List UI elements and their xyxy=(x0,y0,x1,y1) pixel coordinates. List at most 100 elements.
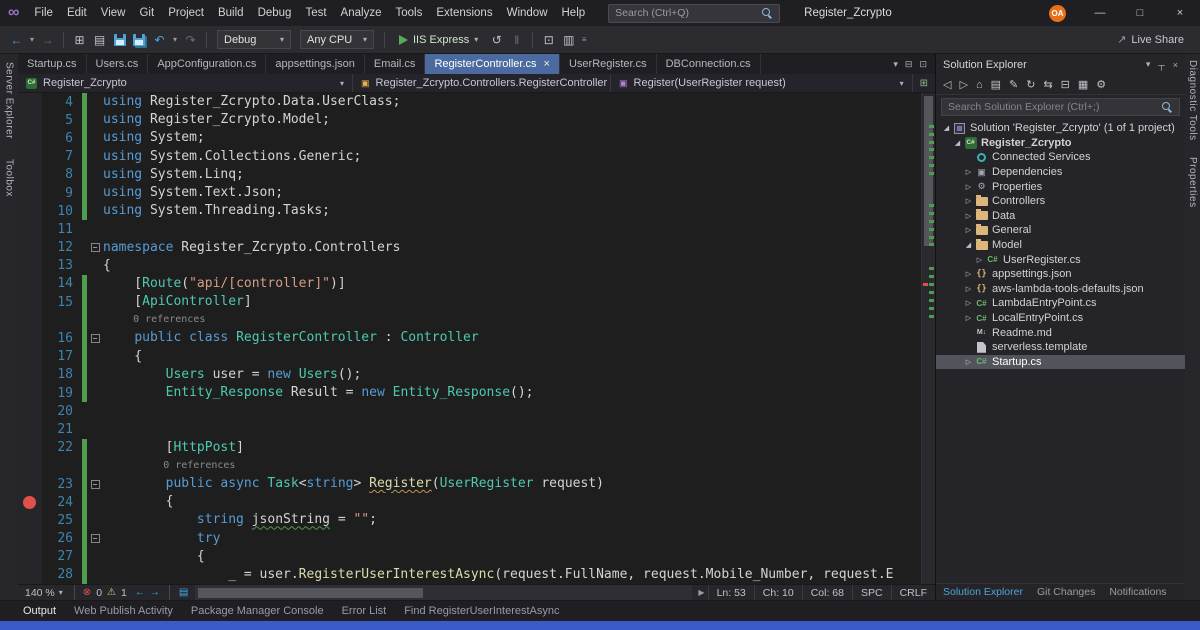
new-view-icon[interactable]: ⊞ xyxy=(913,78,935,89)
pending-changes-filter-icon[interactable]: ✎ xyxy=(1009,78,1018,91)
breakpoint-margin[interactable] xyxy=(18,220,42,239)
code-row[interactable]: 24 { xyxy=(18,493,921,512)
breakpoint-margin[interactable] xyxy=(18,347,42,366)
switch-views-icon[interactable]: ▤ xyxy=(991,78,1001,91)
code-row[interactable]: 21 xyxy=(18,420,921,439)
rail-tab-properties[interactable]: Properties xyxy=(1187,157,1198,208)
tree-item-serverless-template[interactable]: serverless.template xyxy=(936,340,1185,355)
menu-view[interactable]: View xyxy=(94,0,133,26)
menu-project[interactable]: Project xyxy=(161,0,211,26)
breakpoint-margin[interactable] xyxy=(18,311,42,330)
tree-item-userregister-cs[interactable]: ▷ C# UserRegister.cs xyxy=(936,252,1185,267)
tree-item-lambdaentrypoint-cs[interactable]: ▷ C# LambdaEntryPoint.cs xyxy=(936,296,1185,311)
panel-tab-output[interactable]: Output xyxy=(14,601,65,622)
chevron-expanded-icon[interactable]: ◢ xyxy=(963,241,974,249)
breadcrumb-type-dropdown[interactable]: ▣ Register_Zcrypto.Controllers.RegisterC… xyxy=(353,74,611,92)
breadcrumb-project-dropdown[interactable]: C# Register_Zcrypto ▾ xyxy=(18,74,353,92)
code-row[interactable]: 13 { xyxy=(18,256,921,275)
chevron-collapsed-icon[interactable]: ▷ xyxy=(963,168,974,176)
zoom-control[interactable]: 140 % ▾ xyxy=(18,587,70,599)
breakpoint-margin[interactable] xyxy=(18,529,42,548)
redo-icon[interactable]: ↷ xyxy=(182,31,199,49)
close-button[interactable]: × xyxy=(1160,0,1200,26)
navigate-forward-icon[interactable]: → xyxy=(39,31,56,49)
rail-tab-diagnostic-tools[interactable]: Diagnostic Tools xyxy=(1187,60,1198,141)
home-icon[interactable]: ⌂ xyxy=(976,79,983,91)
menu-build[interactable]: Build xyxy=(211,0,251,26)
breakpoint-margin[interactable] xyxy=(18,93,42,112)
breakpoint-margin[interactable] xyxy=(18,293,42,312)
tree-item-register-zcrypto[interactable]: ◢ C# Register_Zcrypto xyxy=(936,136,1185,151)
maximize-button[interactable]: □ xyxy=(1120,0,1160,26)
tree-item-properties[interactable]: ▷ ⚙ Properties xyxy=(936,179,1185,194)
codelens-row[interactable]: 0 references xyxy=(18,456,921,475)
visual-studio-logo-icon[interactable]: ∞ xyxy=(8,0,19,26)
tree-item-appsettings-json[interactable]: ▷{} appsettings.json xyxy=(936,267,1185,282)
menu-file[interactable]: File xyxy=(27,0,60,26)
tab-users-cs[interactable]: Users.cs xyxy=(87,54,149,74)
messages-icon[interactable]: ▤ xyxy=(179,587,188,598)
menu-tools[interactable]: Tools xyxy=(388,0,429,26)
code-row[interactable]: 26 − try xyxy=(18,529,921,548)
attach-to-process-icon[interactable]: ⊡ xyxy=(540,31,557,49)
undo-icon[interactable]: ↶ xyxy=(151,31,168,49)
solution-platforms-dropdown[interactable]: Any CPU ▾ xyxy=(300,30,374,49)
menu-extensions[interactable]: Extensions xyxy=(429,0,499,26)
menu-analyze[interactable]: Analyze xyxy=(334,0,389,26)
quick-search-box[interactable]: Search (Ctrl+Q) xyxy=(608,3,781,23)
undo-chevron-icon[interactable]: ▾ xyxy=(171,31,179,49)
tree-item-model[interactable]: ◢ Model xyxy=(936,238,1185,253)
float-window-icon[interactable]: ⊡ xyxy=(919,59,927,70)
rail-tab-toolbox[interactable]: Toolbox xyxy=(4,159,15,197)
tab-email-cs[interactable]: Email.cs xyxy=(365,54,426,74)
chevron-collapsed-icon[interactable]: ▷ xyxy=(974,256,985,264)
code-row[interactable]: 25 string jsonString = ""; xyxy=(18,511,921,530)
menu-edit[interactable]: Edit xyxy=(60,0,94,26)
tree-item-controllers[interactable]: ▷ Controllers xyxy=(936,194,1185,209)
collapse-icon[interactable]: − xyxy=(90,534,100,544)
navigate-forward-icon[interactable]: → xyxy=(150,587,160,598)
chevron-expanded-icon[interactable]: ◢ xyxy=(941,124,952,132)
new-project-icon[interactable]: ⊞ xyxy=(71,31,88,49)
breakpoint-margin[interactable] xyxy=(18,511,42,530)
tree-item-readme-md[interactable]: M↓ Readme.md xyxy=(936,325,1185,340)
breakpoint-dot[interactable] xyxy=(23,495,36,509)
breakpoint-margin[interactable] xyxy=(18,438,42,457)
panel-tab-package-manager-console[interactable]: Package Manager Console xyxy=(182,601,333,622)
close-icon[interactable]: × xyxy=(1173,60,1178,70)
tab-appconfiguration-cs[interactable]: AppConfiguration.cs xyxy=(148,54,267,74)
breakpoint-margin[interactable] xyxy=(18,129,42,148)
hot-reload-icon[interactable]: ↺ xyxy=(488,31,505,49)
breakpoint-margin[interactable] xyxy=(18,183,42,203)
breakpoint-margin[interactable] xyxy=(18,456,42,475)
breakpoint-margin[interactable] xyxy=(18,474,42,494)
breakpoint-margin[interactable] xyxy=(18,365,42,384)
find-in-files-icon[interactable]: ▥ xyxy=(560,31,577,49)
account-avatar[interactable]: OA xyxy=(1049,4,1066,22)
code-row[interactable]: 4 using Register_Zcrypto.Data.UserClass; xyxy=(18,93,921,112)
panel-tab-web-publish-activity[interactable]: Web Publish Activity xyxy=(65,601,182,622)
code-row[interactable]: 14 [Route("api/[controller]")] xyxy=(18,274,921,294)
sync-with-active-document-icon[interactable]: ⇆ xyxy=(1043,78,1052,91)
breakpoint-margin[interactable] xyxy=(18,274,42,294)
tab-dbconnection-cs[interactable]: DBConnection.cs xyxy=(657,54,761,74)
refresh-icon[interactable]: ↻ xyxy=(1026,78,1035,91)
tree-item-startup-cs[interactable]: ▷ C# Startup.cs xyxy=(936,354,1185,370)
chevron-collapsed-icon[interactable]: ▷ xyxy=(963,183,974,191)
chevron-collapsed-icon[interactable]: ▷ xyxy=(963,226,974,234)
tree-item-general[interactable]: ▷ General xyxy=(936,223,1185,238)
minimize-button[interactable]: — xyxy=(1080,0,1120,26)
code-row[interactable]: 17 { xyxy=(18,347,921,366)
navigate-backward-icon[interactable]: ← xyxy=(8,31,25,49)
codelens-row[interactable]: 0 references xyxy=(18,311,921,330)
chevron-collapsed-icon[interactable]: ▷ xyxy=(963,314,974,322)
collapse-all-icon[interactable]: ⊟ xyxy=(1061,78,1070,91)
tree-item-data[interactable]: ▷ Data xyxy=(936,209,1185,224)
code-row[interactable]: 16 − public class RegisterController : Co… xyxy=(18,329,921,348)
collapse-icon[interactable]: − xyxy=(90,334,100,344)
tree-item-aws-lambda-tools-defaults-json[interactable]: ▷{} aws-lambda-tools-defaults.json xyxy=(936,282,1185,297)
breakpoint-margin[interactable] xyxy=(18,165,42,184)
chevron-collapsed-icon[interactable]: ▷ xyxy=(963,358,974,366)
code-row[interactable]: 9 using System.Text.Json; xyxy=(18,183,921,203)
navigate-forward-icon[interactable]: ▷ xyxy=(959,78,967,91)
